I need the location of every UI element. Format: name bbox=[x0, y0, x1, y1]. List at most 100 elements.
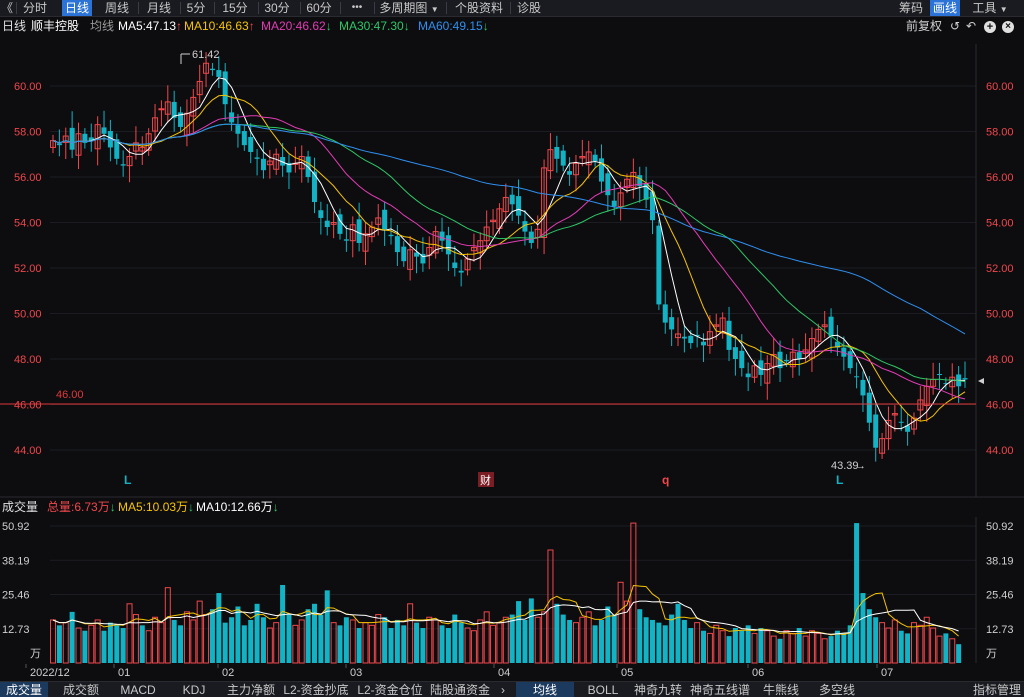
tab-indicator-manage[interactable]: 指标管理 bbox=[970, 682, 1024, 697]
tab-60min[interactable]: 60分 bbox=[304, 0, 334, 16]
candle-body-down bbox=[847, 351, 853, 369]
volume-tick-label: 12.73 bbox=[986, 624, 1014, 636]
tab-ma[interactable]: 均线 bbox=[516, 682, 574, 697]
candle-body-down bbox=[56, 143, 62, 146]
candle-body-down bbox=[458, 270, 464, 273]
indicator-tab-bar: 成交量 成交额 MACD KDJ 主力净额 L2-资金抄底 L2-资金仓位 陆股… bbox=[0, 681, 1024, 697]
candle-body-down bbox=[394, 236, 400, 253]
tab-5min[interactable]: 5分 bbox=[184, 0, 208, 16]
volume-tick-label: 25.46 bbox=[2, 590, 30, 602]
volume-bar-down bbox=[120, 628, 126, 663]
price-tick-label: 44.00 bbox=[14, 445, 42, 457]
volume-bar-down bbox=[388, 628, 394, 663]
tab-turnover[interactable]: 成交额 bbox=[56, 682, 106, 697]
reset-icon[interactable]: ↺ bbox=[950, 18, 960, 35]
candle-body-down bbox=[854, 376, 860, 378]
volume-bar-down bbox=[209, 609, 215, 663]
volume-bar-down bbox=[943, 633, 949, 663]
multi-period-dropdown[interactable]: 多周期图 ▼ bbox=[378, 0, 440, 16]
tab-macd[interactable]: MACD bbox=[114, 682, 162, 697]
candle-body-down bbox=[783, 359, 789, 362]
event-marker-fin[interactable]: 财 bbox=[480, 473, 491, 487]
tab-15min[interactable]: 15分 bbox=[220, 0, 250, 16]
price-tick-label: 50.00 bbox=[986, 309, 1014, 321]
ma-settings-label[interactable]: 均线 bbox=[90, 18, 114, 35]
candle-body-down bbox=[241, 131, 247, 146]
volume-bar-down bbox=[905, 633, 911, 663]
more-periods-button[interactable]: ••• bbox=[344, 0, 370, 16]
volume-title[interactable]: 成交量 bbox=[2, 499, 38, 516]
tab-bull-bear[interactable]: 牛熊线 bbox=[756, 682, 806, 697]
volume-bar-down bbox=[828, 636, 834, 663]
volume-bar-down bbox=[726, 636, 732, 663]
ma5-value: MA5:47.13↑ bbox=[118, 18, 182, 35]
separator bbox=[258, 2, 259, 14]
candle-body-down bbox=[598, 158, 604, 182]
tab-long-short[interactable]: 多空线 bbox=[812, 682, 862, 697]
tab-volume[interactable]: 成交量 bbox=[0, 682, 48, 697]
candle-body-down bbox=[873, 414, 879, 448]
stock-name[interactable]: 顺丰控股 bbox=[31, 18, 79, 35]
candle-body-down bbox=[688, 335, 694, 344]
tab-magic-five[interactable]: 神奇五线谱 bbox=[688, 682, 752, 697]
volume-bar-down bbox=[681, 619, 687, 663]
price-tick-label: 52.00 bbox=[14, 263, 42, 275]
tab-kdj[interactable]: KDJ bbox=[170, 682, 218, 697]
separator bbox=[214, 2, 215, 14]
candle-body-down bbox=[382, 209, 388, 230]
kline-chart[interactable]: 60.00 58.00 56.00 54.00 52.00 50.00 48.00 46.00… bbox=[0, 36, 1024, 681]
volume-bar-down bbox=[509, 614, 515, 663]
volume-bar-down bbox=[834, 630, 840, 663]
arrow-down-icon: ↓ bbox=[188, 500, 195, 514]
volume-bar-down bbox=[107, 622, 113, 663]
add-indicator-icon[interactable]: + bbox=[984, 21, 996, 33]
arrow-down-icon: ↓ bbox=[403, 19, 410, 33]
volume-ma10: MA10:12.66万↓ bbox=[196, 499, 279, 516]
tab-northbound[interactable]: 陆股通资金 bbox=[430, 682, 490, 697]
volume-bar-down bbox=[260, 617, 266, 663]
tab-boll[interactable]: BOLL bbox=[578, 682, 628, 697]
tab-30min[interactable]: 30分 bbox=[262, 0, 292, 16]
tab-intraday[interactable]: 分时 bbox=[20, 0, 50, 16]
back-chevron-icon[interactable]: 《 bbox=[0, 0, 14, 16]
separator bbox=[16, 2, 17, 14]
separator bbox=[340, 2, 341, 14]
tab-daily[interactable]: 日线 bbox=[62, 0, 92, 16]
volume-bar-down bbox=[739, 630, 745, 663]
volume-bar-down bbox=[343, 617, 349, 663]
candle-body-down bbox=[439, 231, 445, 241]
candle-body-down bbox=[656, 225, 662, 305]
event-marker-l2[interactable]: L bbox=[836, 473, 843, 487]
tab-monthly[interactable]: 月线 bbox=[142, 0, 176, 16]
tab-magic-nine[interactable]: 神奇九转 bbox=[632, 682, 684, 697]
event-marker-q[interactable]: q bbox=[662, 473, 669, 487]
volume-bar-down bbox=[847, 625, 853, 663]
event-marker-l[interactable]: L bbox=[124, 473, 131, 487]
date-tick-label: 02 bbox=[222, 667, 234, 679]
scroll-right-icon[interactable]: › bbox=[496, 682, 510, 697]
tab-main-net[interactable]: 主力净额 bbox=[226, 682, 276, 697]
tab-l2-position[interactable]: L2-资金仓位 bbox=[356, 682, 424, 697]
volume-bar-down bbox=[82, 630, 88, 663]
tab-stock-profile[interactable]: 个股资料 bbox=[452, 0, 506, 16]
volume-bar-down bbox=[114, 625, 120, 663]
adjust-mode-button[interactable]: 前复权 bbox=[906, 18, 942, 35]
candle-body-down bbox=[528, 231, 534, 243]
candle-body-down bbox=[554, 146, 560, 159]
volume-bar-down bbox=[605, 606, 611, 663]
undo-icon[interactable]: ↶ bbox=[966, 18, 976, 35]
tab-weekly[interactable]: 周线 bbox=[100, 0, 134, 16]
volume-bar-down bbox=[254, 603, 260, 663]
draw-line-button[interactable]: 画线 bbox=[930, 0, 960, 16]
volume-bar-down bbox=[866, 609, 872, 663]
date-tick-label: 2022/12 bbox=[30, 667, 70, 679]
chip-distribution-button[interactable]: 筹码 bbox=[896, 0, 926, 16]
price-tick-label: 54.00 bbox=[14, 218, 42, 230]
tools-menu-button[interactable]: 工具 ▼ bbox=[968, 0, 1012, 16]
tab-diagnosis[interactable]: 诊股 bbox=[514, 0, 544, 16]
candle-body-down bbox=[936, 374, 942, 376]
volume-bar-down bbox=[611, 614, 617, 663]
candle-body-down bbox=[866, 392, 872, 423]
tab-l2-bottom[interactable]: L2-资金抄底 bbox=[282, 682, 350, 697]
close-indicator-icon[interactable]: × bbox=[1002, 21, 1014, 33]
